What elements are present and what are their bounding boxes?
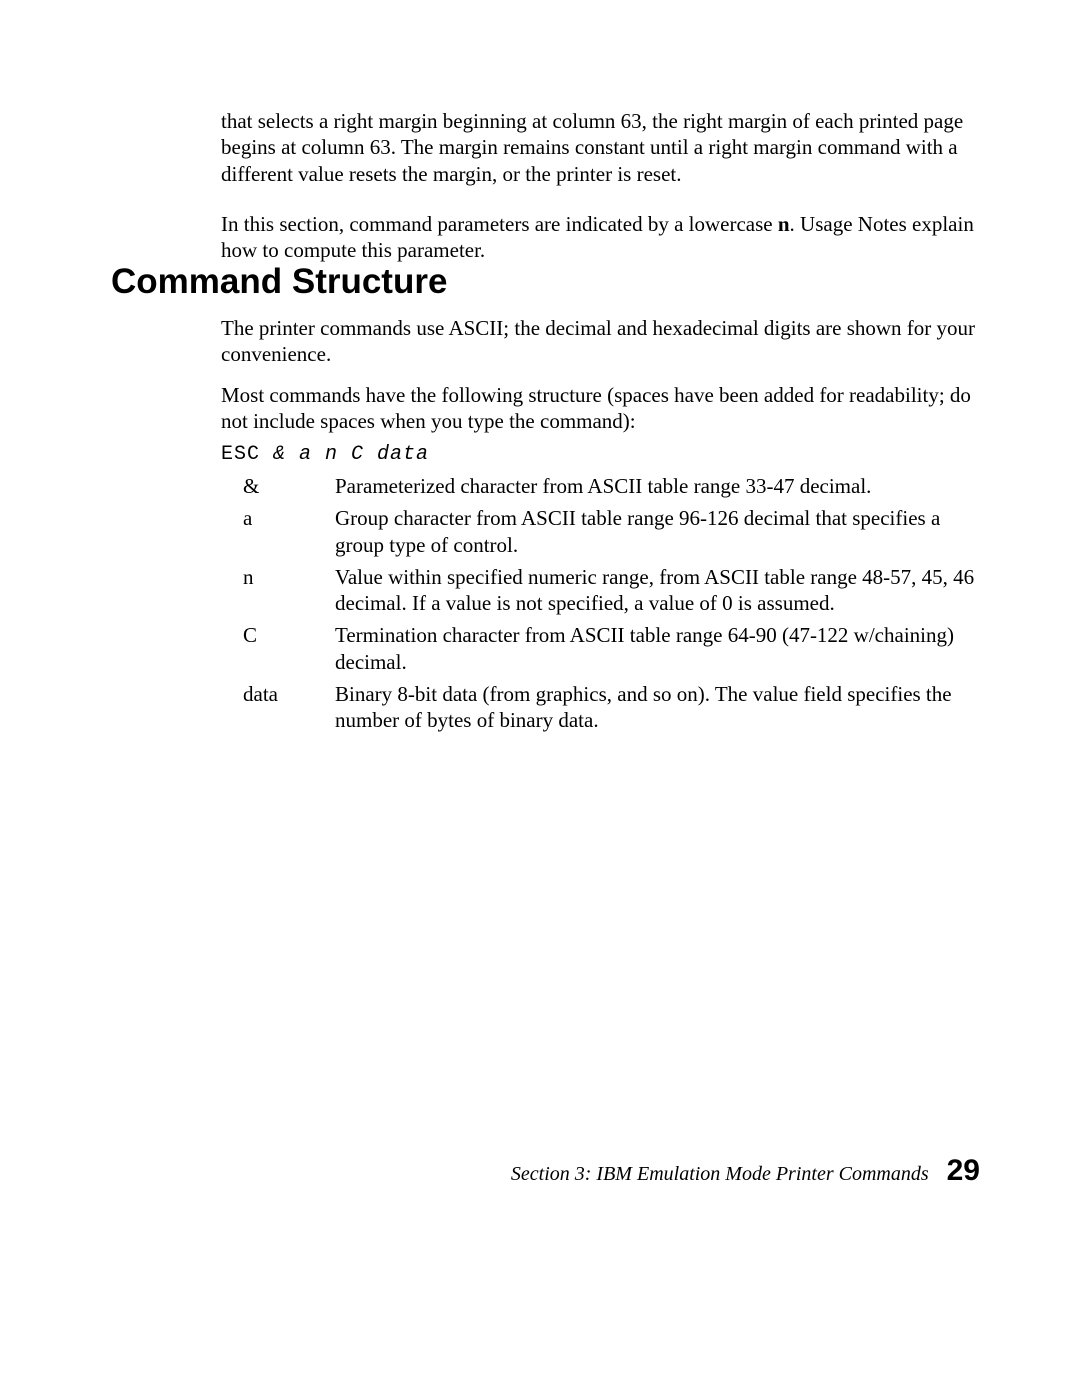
def-desc: Binary 8-bit data (from graphics, and so… (335, 681, 979, 734)
def-row: & Parameterized character from ASCII tab… (221, 473, 979, 499)
def-term: data (221, 681, 335, 707)
def-desc: Parameterized character from ASCII table… (335, 473, 979, 499)
page: that selects a right margin beginning at… (0, 0, 1080, 1397)
intro-p2-prefix: In this section, command parameters are … (221, 212, 778, 236)
section-heading: Command Structure (111, 260, 447, 304)
def-term: a (221, 505, 335, 531)
syntax-params: & a n C data (273, 443, 429, 466)
intro-block: that selects a right margin beginning at… (221, 108, 979, 271)
def-row: data Binary 8-bit data (from graphics, a… (221, 681, 979, 734)
syntax-esc: ESC (221, 443, 273, 466)
def-row: a Group character from ASCII table range… (221, 505, 979, 558)
def-desc: Value within specified numeric range, fr… (335, 564, 979, 617)
def-term: C (221, 622, 335, 648)
def-row: C Termination character from ASCII table… (221, 622, 979, 675)
footer-section-label: Section 3: IBM Emulation Mode Printer Co… (511, 1162, 929, 1187)
def-desc: Group character from ASCII table range 9… (335, 505, 979, 558)
command-syntax: ESC & a n C data (221, 442, 979, 467)
section-paragraph-1: The printer commands use ASCII; the deci… (221, 315, 979, 368)
section-paragraph-2: Most commands have the following structu… (221, 382, 979, 435)
section-body: The printer commands use ASCII; the deci… (221, 315, 979, 739)
definition-list: & Parameterized character from ASCII tab… (221, 473, 979, 733)
def-desc: Termination character from ASCII table r… (335, 622, 979, 675)
intro-paragraph-1: that selects a right margin beginning at… (221, 108, 979, 187)
intro-paragraph-2: In this section, command parameters are … (221, 211, 979, 264)
footer-page-number: 29 (947, 1152, 980, 1190)
page-footer: Section 3: IBM Emulation Mode Printer Co… (511, 1152, 980, 1190)
def-term: n (221, 564, 335, 590)
def-row: n Value within specified numeric range, … (221, 564, 979, 617)
intro-p2-bold-n: n (778, 212, 790, 236)
def-term: & (221, 473, 335, 499)
